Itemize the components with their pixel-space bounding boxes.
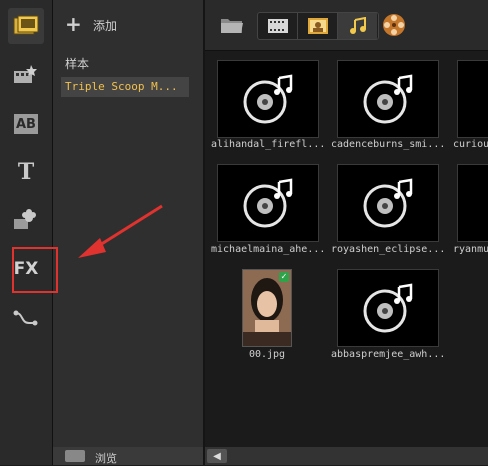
add-icon[interactable]: + [65,14,82,34]
audio-thumbnail[interactable] [337,269,439,347]
music-disc-icon [363,283,413,333]
open-folder-icon[interactable] [219,12,245,38]
media-icon[interactable] [8,8,44,44]
library-sample-label[interactable]: 样本 [65,55,89,72]
media-item-label: ryanmu [453,244,488,255]
graphic-icon[interactable] [10,204,42,236]
media-toolbar [205,0,488,51]
media-item-label: curiou [453,139,488,150]
media-grid: alihandal_firefl... cadenceburns_smi... … [205,51,488,447]
media-item-label: michaelmaina_ahe... [211,244,323,255]
media-item-label: royashen_eclipse... [331,244,443,255]
audio-thumbnail[interactable] [337,60,439,138]
selected-check-icon: ✓ [279,272,289,282]
browse-label: 浏览 [95,452,117,465]
audio-thumbnail[interactable] [217,60,319,138]
media-item-label: cadenceburns_smi... [331,139,443,150]
audio-thumbnail[interactable] [217,164,319,242]
instant-project-icon[interactable] [10,58,42,90]
browse-button[interactable]: 浏览 [53,447,203,465]
audio-thumbnail[interactable] [337,164,439,242]
transition-icon-label: AB [14,114,38,134]
left-category-bar: AB T FX [0,0,53,465]
music-disc-icon [243,178,293,228]
audio-thumbnail[interactable] [457,60,488,138]
media-filter-group [257,12,379,40]
add-button[interactable]: 添加 [93,17,117,34]
browse-icon [65,450,85,462]
scroll-left-icon[interactable]: ◀ [207,449,227,463]
photo-thumbnail[interactable]: ✓ [242,269,292,347]
title-icon-label: T [17,159,35,185]
music-disc-icon [363,74,413,124]
media-item-label: alihandal_firefl... [211,139,323,150]
show-audio-icon[interactable] [338,13,377,39]
highlight-box [12,247,58,293]
path-icon[interactable] [10,302,42,334]
horizontal-scrollbar[interactable]: ◀ [205,447,488,465]
transition-icon[interactable]: AB [10,108,42,140]
media-item-label: 00.jpg [248,349,286,360]
library-header: + 添加 [53,0,203,48]
music-disc-icon [243,74,293,124]
music-disc-icon [363,178,413,228]
library-folder-item[interactable]: Triple Scoop M... [61,77,189,97]
film-reel-icon[interactable] [381,12,407,38]
media-item-label: abbaspremjee_awh... [331,349,443,360]
show-photo-icon[interactable] [298,13,338,39]
library-folder-label: Triple Scoop M... [65,80,178,93]
annotation-arrow [78,204,163,258]
show-video-icon[interactable] [258,13,298,39]
audio-thumbnail[interactable] [457,164,488,242]
title-icon[interactable]: T [10,156,42,188]
